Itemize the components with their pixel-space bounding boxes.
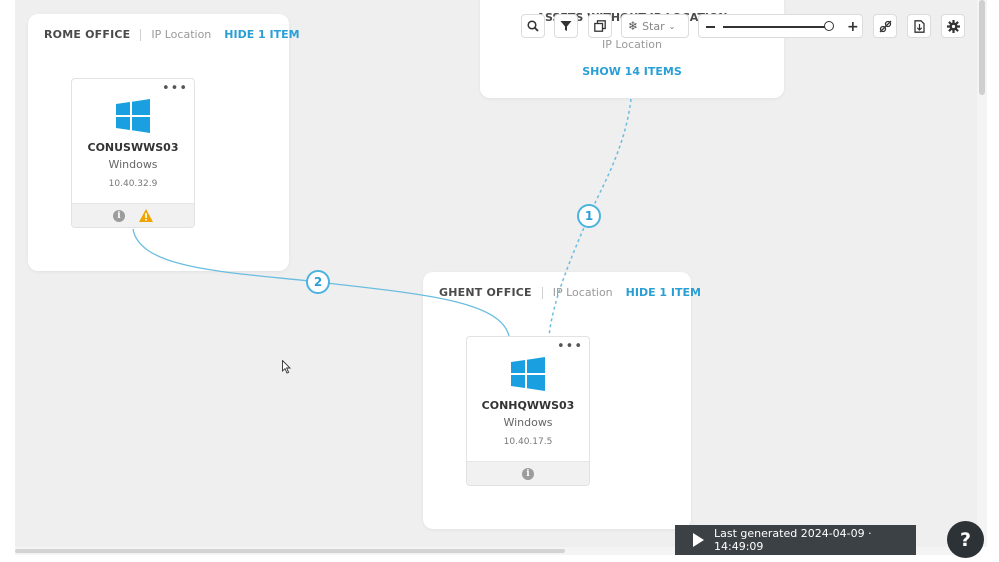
asset-ip: 10.40.32.9 [108, 179, 158, 189]
export-button[interactable] [907, 14, 931, 38]
connection-count-badge[interactable]: 1 [577, 204, 601, 228]
layout-select-value: Star [642, 19, 665, 33]
horizontal-scroll-thumb[interactable] [15, 549, 565, 553]
group-header: GHENT OFFICE IP Location HIDE 1 ITEM [439, 286, 701, 299]
zoom-in-icon[interactable]: + [847, 20, 859, 34]
zoom-slider-handle[interactable] [824, 21, 834, 31]
info-icon[interactable]: i [113, 209, 125, 222]
search-icon [527, 20, 539, 32]
asset-ip: 10.40.17.5 [503, 437, 553, 447]
windows-logo-icon [511, 357, 545, 391]
filter-icon [560, 21, 572, 31]
last-generated-bar[interactable]: Last generated 2024-04-09 · 14:49:09 [675, 525, 916, 555]
group-type: IP Location [552, 286, 613, 299]
gear-icon [946, 19, 960, 33]
layout-select[interactable]: ❄ Star ⌄ [621, 14, 689, 38]
header-divider [541, 286, 543, 299]
asset-name: CONUSWWS03 [87, 141, 179, 154]
group-title: GHENT OFFICE [439, 286, 532, 299]
info-icon[interactable]: i [522, 467, 534, 480]
asset-os: Windows [108, 158, 158, 171]
hide-item-link[interactable]: HIDE 1 ITEM [224, 28, 299, 41]
asset-footer: i [72, 203, 194, 227]
asset-name: CONHQWWS03 [481, 399, 575, 412]
last-generated-text: Last generated 2024-04-09 · 14:49:09 [714, 527, 872, 553]
group-type: IP Location [602, 38, 662, 51]
hide-item-link[interactable]: HIDE 1 ITEM [626, 286, 701, 299]
asset-card[interactable]: ••• CONHQWWS03 Windows 10.40.17.5 i [466, 336, 590, 486]
zoom-slider-track[interactable] [723, 26, 833, 28]
vertical-scroll-thumb[interactable] [979, 0, 985, 95]
vertical-scrollbar[interactable] [977, 0, 987, 547]
header-divider [140, 28, 142, 41]
snowflake-icon: ❄ [628, 19, 639, 33]
warning-icon[interactable] [139, 209, 153, 222]
copy-layers-icon [594, 20, 606, 32]
group-view-button[interactable] [588, 14, 612, 38]
search-button[interactable] [521, 14, 545, 38]
more-options-icon[interactable]: ••• [557, 339, 583, 354]
windows-logo-icon [116, 99, 150, 133]
document-export-icon [913, 19, 925, 33]
help-button[interactable]: ? [947, 521, 984, 558]
asset-os: Windows [503, 416, 553, 429]
group-type: IP Location [151, 28, 212, 41]
group-header: ROME OFFICE IP Location HIDE 1 ITEM [44, 28, 300, 41]
chevron-down-icon: ⌄ [668, 21, 676, 31]
filter-button[interactable] [554, 14, 578, 38]
settings-button[interactable] [941, 14, 965, 38]
hide-connections-button[interactable] [873, 14, 897, 38]
more-options-icon[interactable]: ••• [162, 81, 188, 96]
asset-footer: i [467, 461, 589, 485]
asset-card[interactable]: ••• CONUSWWS03 Windows 10.40.32.9 i [71, 78, 195, 228]
play-icon[interactable] [693, 533, 704, 547]
zoom-out-icon[interactable] [706, 26, 715, 28]
group-title: ROME OFFICE [44, 28, 131, 41]
zoom-control: + [698, 14, 863, 38]
unlink-icon [879, 20, 891, 32]
connection-count-badge[interactable]: 2 [306, 270, 330, 294]
mouse-cursor-icon [282, 360, 292, 374]
show-items-link[interactable]: SHOW 14 ITEMS [480, 65, 784, 78]
